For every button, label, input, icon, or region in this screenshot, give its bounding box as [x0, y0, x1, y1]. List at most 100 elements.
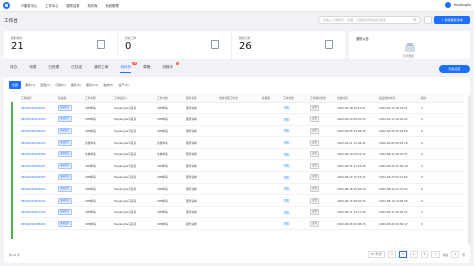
table-row[interactable]: REQ20220829006 普通优先 文档申请 fanjianghe马某某 文档申请服… [20, 148, 464, 161]
ticket-id-link[interactable]: REQ20220811003 [20, 206, 57, 219]
tab-item[interactable]: 我的工单 [94, 65, 108, 70]
column-header[interactable]: 工单分类 [156, 94, 185, 103]
menu-item[interactable]: 服务目录 [66, 3, 79, 8]
page-size-select[interactable]: 10 条/页 [367, 251, 385, 258]
table-row[interactable]: REQ20220822007 普通优先 VPN申请 fanjianghe马某某 VPN申… [20, 171, 464, 184]
ticket-id-link[interactable]: REQ20220818002 [20, 183, 57, 196]
table-row[interactable]: REQ20220808005 普通优先 VPN申请 fanjianghe马某某 VPN申… [20, 217, 464, 231]
priority-tag: 普通优先 [58, 104, 72, 111]
table-cell: 文档申请 [156, 136, 185, 149]
ticket-id-link[interactable]: REQ20220808005 [20, 217, 57, 231]
tab-item[interactable]: 草稿 [143, 65, 150, 70]
tag-cell: 完成 [282, 125, 309, 138]
ticket-id-link[interactable]: REQ20220815004 [20, 194, 57, 207]
tab-item[interactable]: 待提 [29, 65, 36, 70]
table-cell: 0 [420, 194, 464, 207]
table-cell: VPN申请 [156, 171, 185, 184]
table-row[interactable]: REQ20220818002 普通优先 VPN申请 fanjianghe马某某 VPN申… [20, 183, 464, 196]
ticket-id-link[interactable]: REQ20220825001 [20, 159, 57, 173]
column-header[interactable]: 创建时间 [336, 94, 378, 103]
column-header[interactable]: 工单编号 [20, 94, 57, 103]
filter-chip[interactable]: 发布(0) [102, 81, 114, 89]
column-header[interactable]: 工单名称 [84, 94, 113, 103]
ticket-id-link[interactable]: REQ20220905002 [20, 125, 57, 138]
next-page-button[interactable]: > [431, 251, 440, 258]
page-number[interactable]: 3 [420, 251, 429, 258]
logo-icon[interactable] [3, 2, 10, 9]
table-cell: 2022-09-18 19:21:07 [336, 102, 378, 115]
menu-item[interactable]: 知识库 [88, 3, 98, 8]
priority-tag: 普通优先 [58, 162, 72, 169]
stat-card[interactable]: 我的待办 21 [4, 31, 118, 59]
table-cell: 0 [420, 206, 464, 219]
stat-card[interactable]: 待办工单 0 [118, 31, 232, 59]
priority-tag: 普通优先 [58, 127, 72, 134]
filter-chip[interactable]: 事件(1) [24, 81, 36, 89]
tag-cell: 普通优先 [57, 217, 84, 231]
search-input[interactable]: 请输入工单编号、标题、工程师名称等进行搜索 [318, 16, 421, 24]
list-settings-button[interactable]: 列表设置 [439, 65, 470, 73]
table-cell: VPN申请 [156, 102, 185, 115]
column-header[interactable]: 工单超时状态 [309, 94, 336, 103]
ticket-id-link[interactable]: REQ20220918001 [20, 102, 57, 115]
tag-cell: 普通优先 [57, 159, 84, 173]
timeout-tag: 正常 [310, 151, 319, 158]
search-icon[interactable] [413, 18, 417, 22]
table-cell: 服务请求 [185, 159, 218, 173]
table-row[interactable]: REQ20220918001 普通优先 VPN申请 fanjianghe马某某 VPN申… [20, 102, 464, 115]
table-cell: 2022-08-22 10:33:47 [336, 171, 378, 184]
ticket-id-link[interactable]: REQ20220901003 [20, 136, 57, 149]
table-row[interactable]: REQ20220901003 普通优先 文档申请 fanjianghe马某某 文档申请服… [20, 136, 464, 149]
table-row[interactable]: REQ20220905002 普通优先 VPN申请 fanjianghe马某某 VPN申… [20, 125, 464, 138]
ticket-id-link[interactable]: REQ20220822007 [20, 171, 57, 184]
filter-button[interactable] [424, 16, 432, 24]
ticket-id-link[interactable]: REQ20220829006 [20, 148, 57, 161]
ticket-id-link[interactable]: REQ20220913005 [20, 113, 57, 126]
table-cell: 2022-09-13 16:04:02 [378, 113, 420, 126]
filter-chip[interactable]: 服务(21) [85, 81, 99, 89]
filter-chip[interactable]: 全部 [9, 81, 22, 89]
column-header[interactable]: 最后操作时间 [378, 94, 420, 103]
column-header[interactable]: 处理组 [261, 94, 282, 103]
menu-item[interactable]: 工作中心 [45, 3, 58, 8]
table-row[interactable]: REQ20220811003 普通优先 VPN申请 fanjianghe马某某 VPN申… [20, 206, 464, 219]
table-cell [261, 171, 282, 184]
user-name[interactable]: fanjianghe [454, 3, 471, 7]
table-row[interactable]: REQ20220815004 普通优先 VPN申请 fanjianghe马某某 VPN申… [20, 194, 464, 207]
tab-item[interactable]: 已抄送 [71, 65, 82, 70]
stat-card[interactable]: 我的工单 26 [232, 31, 345, 59]
tag-cell: 普通优先 [57, 125, 84, 138]
tab-bar: 待办 待提 已处理 已抄送 我的工单 待评价 26 草稿 流程中 1 列表设置 [4, 62, 470, 73]
menu-item[interactable]: 系统管理 [105, 3, 118, 8]
page-number[interactable]: 2 [409, 251, 418, 258]
filter-chip[interactable]: 资产(0) [117, 81, 129, 89]
avatar[interactable] [444, 2, 451, 8]
menu-item[interactable]: IT服务中心 [21, 3, 37, 8]
priority-tag: 普通优先 [58, 197, 72, 204]
table-row[interactable]: REQ20220825001 普通优先 VPN申请 fanjianghe马某某 VPN申… [20, 159, 464, 173]
filter-chip[interactable]: 变更(0) [39, 81, 51, 89]
tab-item[interactable]: 已处理 [48, 65, 59, 70]
jump-page-input[interactable]: 1 [451, 251, 460, 258]
tag-cell: 完成 [282, 148, 309, 161]
table-cell: 文档申请 [84, 148, 113, 161]
table-row[interactable]: REQ20220913005 普通优先 VPN申请 fanjianghe马某某 VPN申… [20, 113, 464, 126]
tab-item[interactable]: 流程中 1 [162, 62, 180, 70]
table-cell [261, 102, 282, 115]
column-header[interactable]: 当前处理工作流 [218, 94, 261, 103]
column-header[interactable]: 优先级 [57, 94, 84, 103]
column-header[interactable]: 工单状态 [282, 94, 309, 103]
page-number[interactable]: 1 [399, 251, 407, 258]
column-header[interactable]: 耗时 [420, 94, 464, 103]
tab-item[interactable]: 待办 [10, 65, 17, 70]
scrollbar[interactable] [468, 95, 471, 245]
column-header[interactable]: 服务名称 [185, 94, 218, 103]
tab-item-active[interactable]: 待评价 26 [120, 62, 138, 73]
filter-chip[interactable]: 问题(0) [55, 81, 67, 89]
new-request-button[interactable]: + 新建服务请求 [434, 16, 470, 24]
filter-chip[interactable]: 事件(0) [70, 81, 82, 89]
prev-page-button[interactable]: < [387, 251, 397, 258]
table-cell [261, 217, 282, 231]
column-header[interactable]: 工单提出人 [113, 94, 156, 103]
tag-cell: 完成 [282, 206, 309, 219]
